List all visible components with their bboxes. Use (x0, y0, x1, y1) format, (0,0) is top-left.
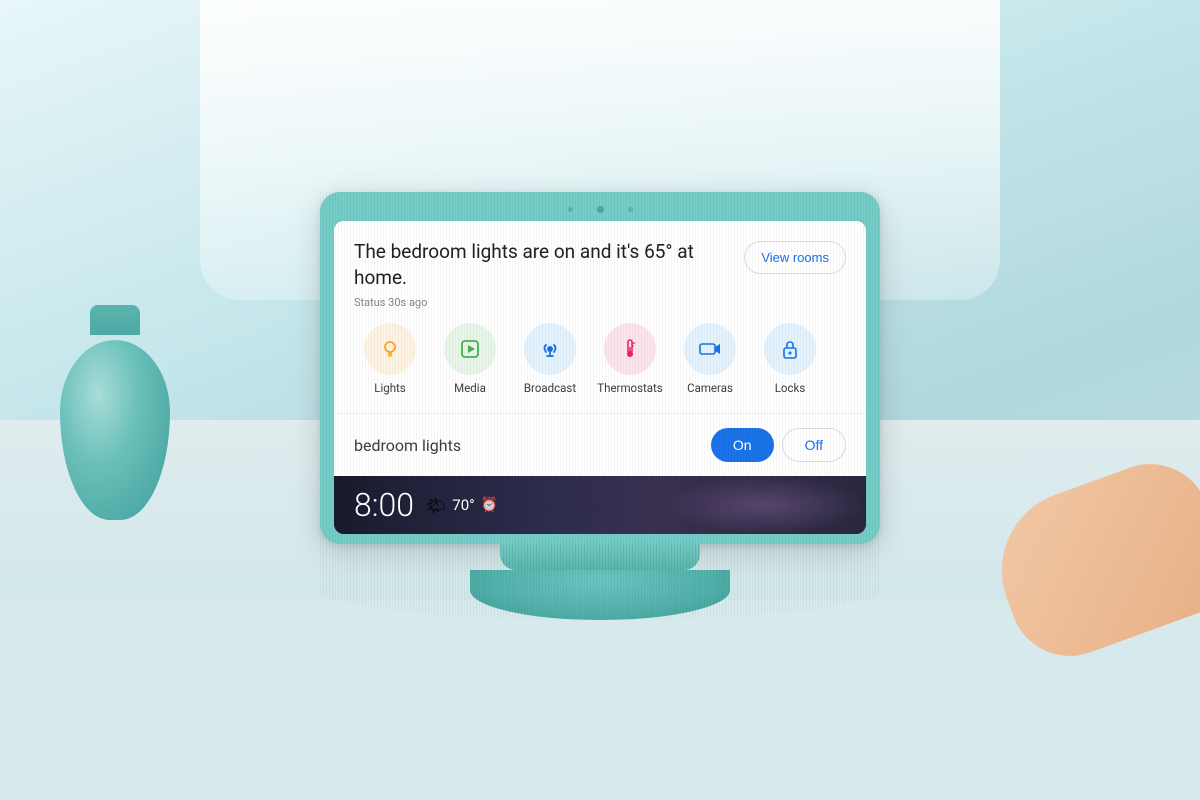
device-stand (470, 570, 730, 620)
weather-info: 🌤 70° ⏰ (426, 496, 498, 515)
weather-temp: 70° (452, 496, 474, 514)
nest-hub-device: The bedroom lights are on and it's 65° a… (320, 192, 880, 620)
clock-time: 8:00 (354, 486, 414, 524)
stand-texture (320, 192, 880, 620)
weather-icon: 🌤 (426, 496, 446, 515)
vase-neck (90, 305, 140, 335)
vase (60, 310, 170, 520)
alarm-icon: ⏰ (481, 497, 498, 513)
vase-body (60, 340, 170, 520)
